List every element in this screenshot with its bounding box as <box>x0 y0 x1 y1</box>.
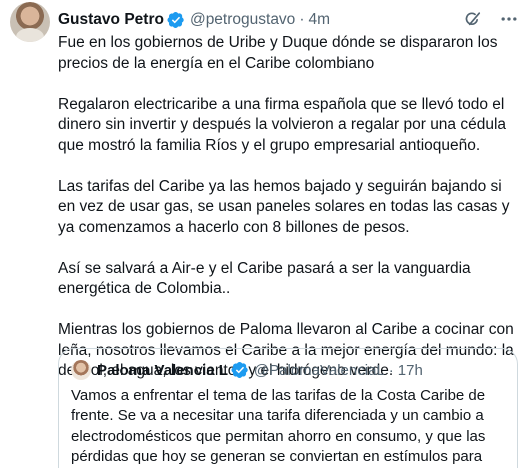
tweet: Gustavo Petro @petrogustavo · 4m Fue en … <box>0 0 532 468</box>
separator-dot: · <box>388 361 394 379</box>
header-actions <box>462 8 520 30</box>
quoted-tweet-text: Vamos a enfrentar el tema de las tarifas… <box>71 387 486 465</box>
tweet-paragraph: Regalaron electricaribe a una firma espa… <box>58 95 507 154</box>
tweet-paragraph: Fue en los gobiernos de Uribe y Duque dó… <box>58 34 498 72</box>
quoted-tweet-timestamp: 17h <box>397 361 423 379</box>
quoted-author-handle: @PalomaValenciaL <box>253 361 385 379</box>
tweet-paragraph: Las tarifas del Caribe ya las hemos baja… <box>58 177 510 236</box>
verified-badge-icon <box>231 361 249 379</box>
quoted-author-name: Paloma Valencia L <box>97 361 228 379</box>
separator-dot: · <box>299 11 305 28</box>
tweet-text: Fue en los gobiernos de Uribe y Duque dó… <box>58 33 520 402</box>
grok-icon[interactable] <box>462 8 484 30</box>
quoted-tweet[interactable]: Paloma Valencia L @PalomaValenciaL · 17h… <box>58 348 518 468</box>
quoted-author-avatar <box>71 360 91 380</box>
author-name[interactable]: Gustavo Petro <box>58 11 164 29</box>
verified-badge-icon <box>167 11 185 29</box>
tweet-header: Gustavo Petro @petrogustavo · 4m <box>58 9 330 31</box>
author-avatar[interactable] <box>10 2 50 42</box>
quoted-tweet-header: Paloma Valencia L @PalomaValenciaL · 17h <box>71 359 423 381</box>
tweet-paragraph: Así se salvará a Air-e y el Caribe pasar… <box>58 259 471 298</box>
tweet-timestamp[interactable]: 4m <box>308 11 330 29</box>
more-options-icon[interactable] <box>498 8 520 30</box>
author-handle[interactable]: @petrogustavo <box>190 11 295 29</box>
